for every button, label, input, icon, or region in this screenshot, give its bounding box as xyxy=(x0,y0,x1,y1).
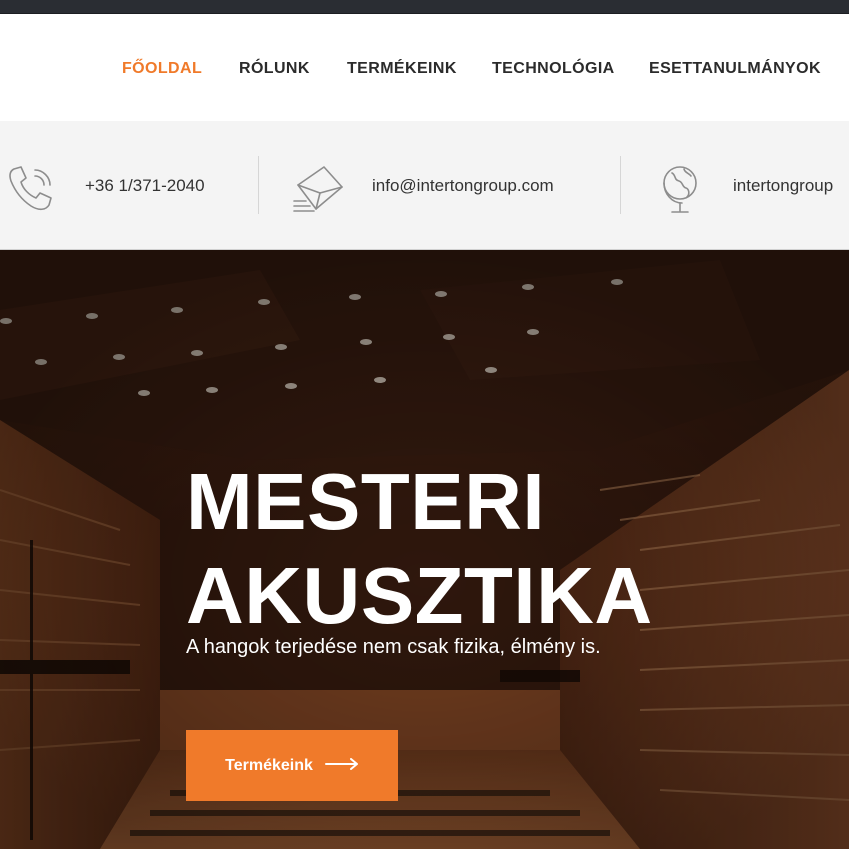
browser-top-strip xyxy=(0,0,849,14)
main-navigation: FŐOLDAL RÓLUNK TERMÉKEINK TECHNOLÓGIA ES… xyxy=(0,14,849,121)
products-cta-button[interactable]: Termékeink xyxy=(186,730,398,801)
email-address[interactable]: info@intertongroup.com xyxy=(372,176,554,196)
phone-icon xyxy=(6,163,58,220)
globe-icon xyxy=(658,161,704,222)
website-link[interactable]: intertongroup xyxy=(733,176,833,196)
hero-title-line-1: MESTERI xyxy=(186,457,546,546)
contact-divider xyxy=(258,156,259,214)
contact-bar: +36 1/371-2040 info@intertongroup.com in… xyxy=(0,121,849,250)
arrow-right-icon xyxy=(324,757,359,775)
hero-banner: MESTERI AKUSZTIKA A hangok terjedése nem… xyxy=(0,250,849,849)
nav-item-case-studies[interactable]: ESETTANULMÁNYOK xyxy=(649,60,821,78)
nav-item-products[interactable]: TERMÉKEINK xyxy=(347,60,457,78)
nav-item-home[interactable]: FŐOLDAL xyxy=(122,60,202,78)
envelope-icon xyxy=(292,163,344,220)
nav-item-technology[interactable]: TECHNOLÓGIA xyxy=(492,60,615,78)
phone-number[interactable]: +36 1/371-2040 xyxy=(85,176,205,196)
nav-item-about[interactable]: RÓLUNK xyxy=(239,60,310,78)
hero-title: MESTERI AKUSZTIKA xyxy=(186,455,653,643)
contact-divider xyxy=(620,156,621,214)
hero-title-line-2: AKUSZTIKA xyxy=(186,551,653,640)
hero-subtitle: A hangok terjedése nem csak fizika, élmé… xyxy=(186,636,601,658)
cta-label: Termékeink xyxy=(225,756,313,774)
